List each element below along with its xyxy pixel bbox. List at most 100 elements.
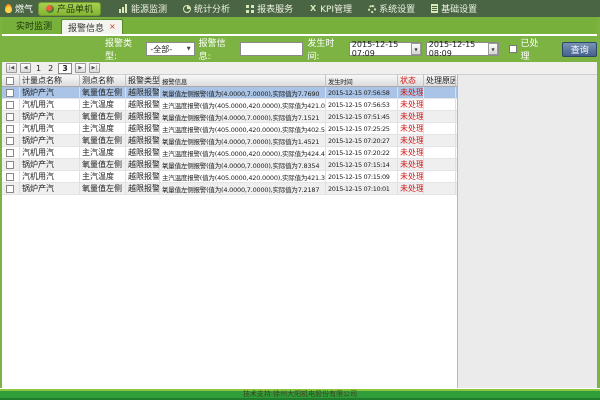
pager-prev-button[interactable]: ◀ — [20, 63, 31, 73]
pager-first-button[interactable]: |◀ — [6, 63, 17, 73]
cell-sensor: 氧量值左侧 — [80, 159, 126, 170]
row-checkbox[interactable] — [6, 113, 14, 121]
menu-item-system-settings[interactable]: 系统设置 — [360, 0, 423, 17]
pagination-bar: |◀◀123▶▶| — [2, 62, 597, 75]
cell-select — [2, 123, 20, 134]
handled-label: 已处理 — [521, 36, 547, 62]
cell-select — [2, 147, 20, 158]
cell-reason — [424, 135, 456, 146]
column-header-type[interactable]: 报警类型 — [126, 75, 160, 86]
cell-time: 2015-12-15 07:56:58 — [326, 87, 398, 98]
menu-item-report-service[interactable]: 报表服务 — [238, 0, 301, 17]
row-checkbox[interactable] — [6, 125, 14, 133]
content-frame: 实时监测 报警信息 × 报警类型: -全部- ▼ 报警信息: 发生时间: 201… — [0, 17, 600, 388]
cell-select — [2, 159, 20, 170]
cell-time: 2015-12-15 07:15:14 — [326, 159, 398, 170]
column-header-select[interactable] — [2, 75, 20, 86]
cell-sensor: 主汽温度 — [80, 99, 126, 110]
column-header-info[interactable]: 报警信息 — [160, 75, 326, 86]
pager-page-3[interactable]: 3 — [58, 63, 72, 74]
gear-icon — [368, 5, 376, 13]
row-checkbox[interactable] — [6, 161, 14, 169]
cell-point: 锅炉产汽 — [20, 159, 80, 170]
table-row[interactable]: 汽机用汽主汽温度越限报警主汽温度报警(值为(405.0000,420.0000)… — [2, 123, 457, 135]
building-icon — [431, 4, 438, 13]
table-row[interactable]: 锅炉产汽氧量值左侧越限报警氧量值左侧报警(值为(4.0000,7.0000),实… — [2, 183, 457, 195]
chevron-down-icon[interactable]: ▼ — [411, 43, 420, 55]
cell-type: 越限报警 — [126, 159, 160, 170]
cell-type: 越限报警 — [126, 87, 160, 98]
menu-item-label: KPI管理 — [320, 2, 352, 15]
row-checkbox[interactable] — [6, 89, 14, 97]
row-checkbox[interactable] — [6, 137, 14, 145]
footer-text: 技术支持:徐州大阳机电股份有限公司 — [243, 389, 357, 399]
time-from-input[interactable]: 2015-12-15 07:09 ▼ — [349, 42, 422, 56]
menu-item-basic-settings[interactable]: 基础设置 — [423, 0, 485, 17]
row-checkbox[interactable] — [6, 173, 14, 181]
chevron-down-icon[interactable]: ▼ — [488, 43, 497, 55]
time-to-input[interactable]: 2015-12-15 08:09 ▼ — [426, 42, 499, 56]
flame-icon — [5, 4, 12, 13]
cell-select — [2, 135, 20, 146]
close-icon[interactable]: × — [109, 23, 116, 31]
table-row[interactable]: 汽机用汽主汽温度越限报警主汽温度报警(值为(405.0000,420.0000)… — [2, 171, 457, 183]
row-checkbox[interactable] — [6, 185, 14, 193]
column-header-reason[interactable]: 处理原因 — [424, 75, 456, 86]
cell-select — [2, 87, 20, 98]
menu-item-statistics[interactable]: 统计分析 — [175, 0, 238, 17]
query-button[interactable]: 查询 — [562, 42, 597, 57]
cell-point: 锅炉产汽 — [20, 87, 80, 98]
cell-select — [2, 111, 20, 122]
column-header-sensor[interactable]: 测点名称 — [80, 75, 126, 86]
top-menubar: 燃气 产品单机 能源监测统计分析报表服务KPI管理系统设置基础设置 — [0, 0, 600, 17]
cell-status: 未处理 — [398, 171, 424, 182]
pager-next-button[interactable]: ▶ — [75, 63, 86, 73]
cell-point: 锅炉产汽 — [20, 111, 80, 122]
alarm-info-label: 报警信息: — [199, 36, 236, 62]
table-row[interactable]: 锅炉产汽氧量值左侧越限报警氧量值左侧报警(值为(4.0000,7.0000),实… — [2, 111, 457, 123]
cell-info: 氧量值左侧报警(值为(4.0000,7.0000),实际值为7.2187 — [160, 183, 326, 194]
tab-label: 报警信息 — [68, 21, 104, 34]
cell-reason — [424, 123, 456, 134]
cell-type: 越限报警 — [126, 171, 160, 182]
alarm-type-select[interactable]: -全部- ▼ — [146, 42, 194, 56]
table-row[interactable]: 汽机用汽主汽温度越限报警主汽温度报警(值为(405.0000,420.0000)… — [2, 147, 457, 159]
pager-last-button[interactable]: ▶| — [89, 63, 100, 73]
row-checkbox[interactable] — [6, 149, 14, 157]
table-row[interactable]: 锅炉产汽氧量值左侧越限报警氧量值左侧报警(值为(4.0000,7.0000),实… — [2, 87, 457, 99]
cell-point: 汽机用汽 — [20, 123, 80, 134]
alarm-type-label: 报警类型: — [105, 36, 142, 62]
cell-point: 汽机用汽 — [20, 147, 80, 158]
handled-checkbox[interactable] — [509, 45, 517, 53]
table-row[interactable]: 锅炉产汽氧量值左侧越限报警氧量值左侧报警(值为(4.0000,7.0000),实… — [2, 159, 457, 171]
column-header-status[interactable]: 状态 — [398, 75, 424, 86]
cell-time: 2015-12-15 07:20:27 — [326, 135, 398, 146]
grid-body: 锅炉产汽氧量值左侧越限报警氧量值左侧报警(值为(4.0000,7.0000),实… — [2, 87, 457, 195]
pager-page-1[interactable]: 1 — [34, 64, 43, 73]
cell-sensor: 主汽温度 — [80, 147, 126, 158]
select-all-checkbox[interactable] — [6, 77, 14, 85]
cell-reason — [424, 87, 456, 98]
product-selector[interactable]: 产品单机 — [38, 2, 101, 16]
cell-point: 锅炉产汽 — [20, 183, 80, 194]
cell-time: 2015-12-15 07:20:22 — [326, 147, 398, 158]
cell-sensor: 氧量值左侧 — [80, 135, 126, 146]
menu-item-label: 统计分析 — [194, 2, 230, 15]
cell-type: 越限报警 — [126, 135, 160, 146]
product-icon — [46, 5, 54, 13]
menu-item-energy-monitoring[interactable]: 能源监测 — [111, 0, 175, 17]
cell-sensor: 氧量值左侧 — [80, 111, 126, 122]
pager-page-2[interactable]: 2 — [46, 64, 55, 73]
column-header-time[interactable]: 发生时间 — [326, 75, 398, 86]
menu-item-kpi-management[interactable]: KPI管理 — [301, 0, 360, 17]
cell-info: 主汽温度报警(值为(405.0000,420.0000),实际值为402.529… — [160, 123, 326, 134]
grid-header-row: 计量点名称测点名称报警类型报警信息发生时间状态处理原因 — [2, 75, 457, 87]
column-header-point[interactable]: 计量点名称 — [20, 75, 80, 86]
alarm-info-input[interactable] — [241, 43, 302, 55]
tab-realtime-monitoring[interactable]: 实时监测 — [7, 17, 61, 34]
row-checkbox[interactable] — [6, 101, 14, 109]
table-row[interactable]: 锅炉产汽氧量值左侧越限报警氧量值左侧报警(值为(4.0000,7.0000),实… — [2, 135, 457, 147]
cell-info: 主汽温度报警(值为(405.0000,420.0000),实际值为424.446… — [160, 147, 326, 158]
table-row[interactable]: 汽机用汽主汽温度越限报警主汽温度报警(值为(405.0000,420.0000)… — [2, 99, 457, 111]
tab-alarm-info[interactable]: 报警信息 × — [61, 19, 123, 34]
